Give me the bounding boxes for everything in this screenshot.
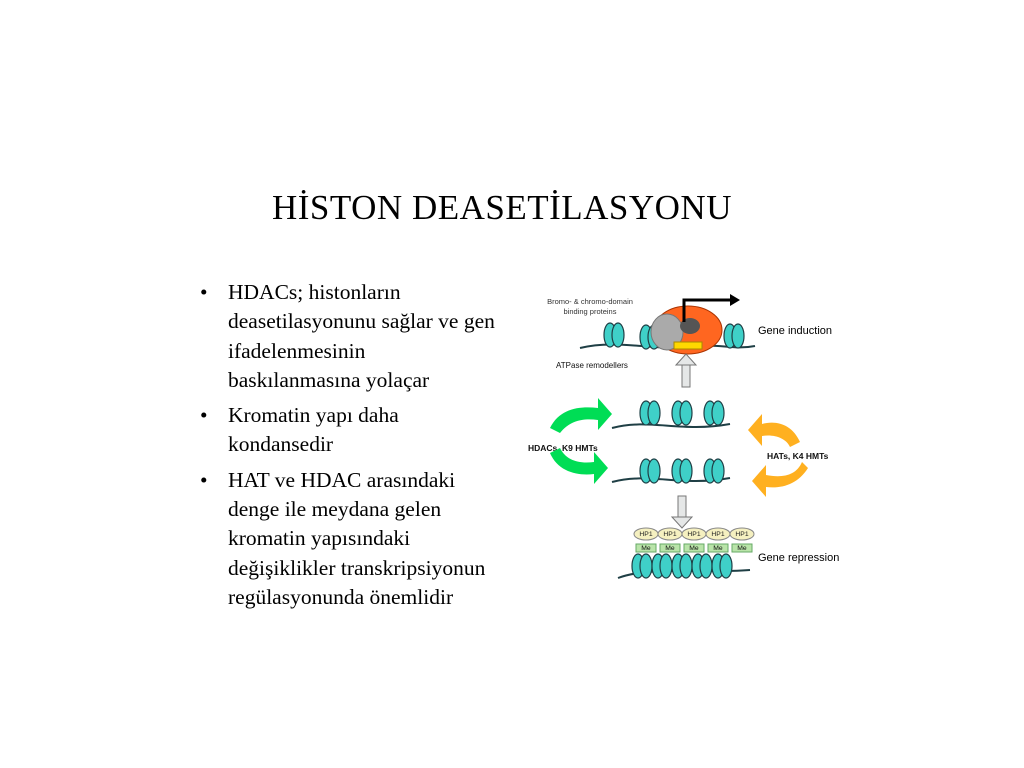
chromatin-diagram: Bromo- & chromo-domain binding proteins … xyxy=(528,294,839,579)
label-hp1: HP1 xyxy=(687,531,700,538)
label-bromo: Bromo- & chromo-domain xyxy=(547,297,633,306)
label-atpase: ATPase remodellers xyxy=(556,361,628,370)
label-hp1: HP1 xyxy=(735,531,748,538)
label-hdacs: HDACs, K9 HMTs xyxy=(528,443,598,453)
label-gene-repression: Gene repression xyxy=(758,552,839,564)
label-binding: binding proteins xyxy=(564,307,617,316)
bullet-list: HDACs; histonların deasetilasyonunu sağl… xyxy=(198,278,498,618)
slide-title: HİSTON DEASETİLASYONU xyxy=(272,188,732,227)
label-me: Me xyxy=(641,545,651,552)
slide-canvas: HİSTON DEASETİLASYONU HDACs; histonların… xyxy=(0,0,1024,768)
label-me: Me xyxy=(689,545,699,552)
label-gene-induction: Gene induction xyxy=(758,325,832,337)
label-me: Me xyxy=(737,545,747,552)
label-hp1: HP1 xyxy=(711,531,724,538)
label-hats: HATs, K4 HMTs xyxy=(767,451,829,461)
bullet-item: HAT ve HDAC arasındaki denge ile meydana… xyxy=(198,466,498,612)
label-me: Me xyxy=(713,545,723,552)
bullet-item: HDACs; histonların deasetilasyonunu sağl… xyxy=(198,278,498,395)
label-me: Me xyxy=(665,545,675,552)
label-hp1: HP1 xyxy=(639,531,652,538)
label-hp1: HP1 xyxy=(663,531,676,538)
bullet-item: Kromatin yapı daha kondansedir xyxy=(198,401,498,460)
